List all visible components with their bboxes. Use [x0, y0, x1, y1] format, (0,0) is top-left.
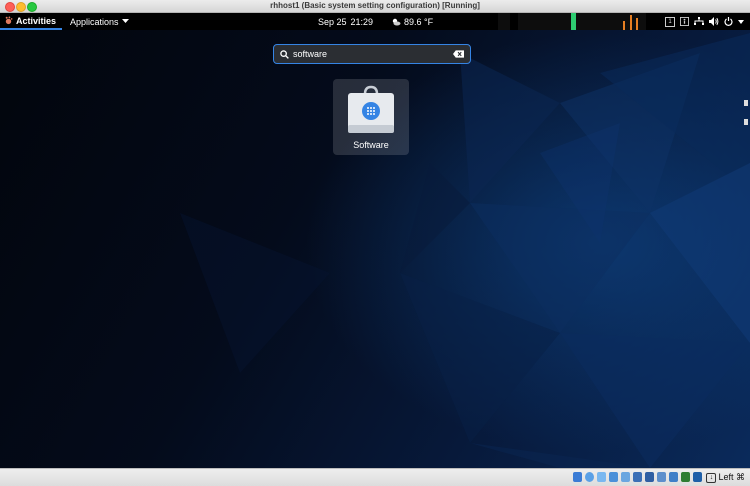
weather-sun-cloud-icon [392, 18, 401, 26]
mouse-integration-icon[interactable] [693, 472, 702, 482]
extension-indicator[interactable] [498, 13, 510, 30]
activities-button[interactable]: Activities [0, 13, 63, 30]
hard-disk-icon[interactable] [573, 472, 582, 482]
system-tray[interactable]: 1 [665, 13, 750, 30]
optical-drive-icon[interactable] [585, 472, 594, 482]
weather-temperature: 89.6 °F [404, 16, 434, 27]
search-result-software[interactable]: Software [333, 79, 409, 155]
applications-menu[interactable]: Applications [70, 13, 129, 30]
host-key-indicator[interactable]: ↓ Left ⌘ [706, 469, 745, 486]
virtualbox-status-bar: ↓ Left ⌘ [0, 468, 750, 486]
display-icon[interactable] [645, 472, 654, 482]
search-result-label: Software [353, 140, 389, 150]
chevron-down-icon [121, 19, 129, 23]
edge-marker [744, 100, 748, 106]
gnome-top-bar: Activities Applications Sep 25 21:29 89.… [0, 13, 750, 30]
vm-device-indicators [573, 472, 702, 482]
clock-time: 21:29 [350, 16, 374, 27]
network-icon[interactable] [694, 17, 704, 26]
system-monitor-graph-icon [571, 13, 638, 30]
applications-label: Applications [70, 16, 119, 27]
power-icon[interactable] [724, 17, 733, 26]
audio-icon[interactable] [597, 472, 606, 482]
window-titlebar: rhhost1 (Basic system setting configurat… [0, 0, 750, 13]
shared-folders-icon[interactable] [633, 472, 642, 482]
system-monitor-extension[interactable] [518, 13, 646, 30]
clock-menu[interactable]: Sep 25 21:29 [318, 13, 373, 30]
chevron-down-icon[interactable] [738, 19, 744, 24]
usb-icon[interactable] [621, 472, 630, 482]
overview-search-box[interactable] [273, 44, 471, 64]
down-arrow-icon: ↓ [706, 472, 717, 483]
search-icon [280, 49, 289, 59]
clear-search-icon[interactable] [453, 50, 464, 58]
workspace-indicator-icon[interactable]: 1 [665, 16, 675, 27]
edge-marker [744, 119, 748, 125]
recording-icon[interactable] [657, 472, 666, 482]
accessibility-icon[interactable] [680, 17, 689, 26]
cpu-icon[interactable] [669, 472, 678, 482]
guest-additions-icon[interactable] [681, 472, 690, 482]
window-title: rhhost1 (Basic system setting configurat… [270, 1, 480, 10]
host-key-label: Left ⌘ [718, 472, 745, 482]
volume-icon[interactable] [709, 17, 719, 26]
activities-label: Activities [16, 15, 57, 26]
network-adapter-icon[interactable] [609, 472, 618, 482]
software-bag-icon [348, 85, 394, 133]
gnome-foot-icon [5, 16, 13, 25]
weather-indicator[interactable]: 89.6 °F [391, 13, 433, 30]
search-input[interactable] [293, 49, 453, 59]
clock-date: Sep 25 [318, 16, 347, 27]
desktop-background: Activities Applications Sep 25 21:29 89.… [0, 13, 750, 468]
